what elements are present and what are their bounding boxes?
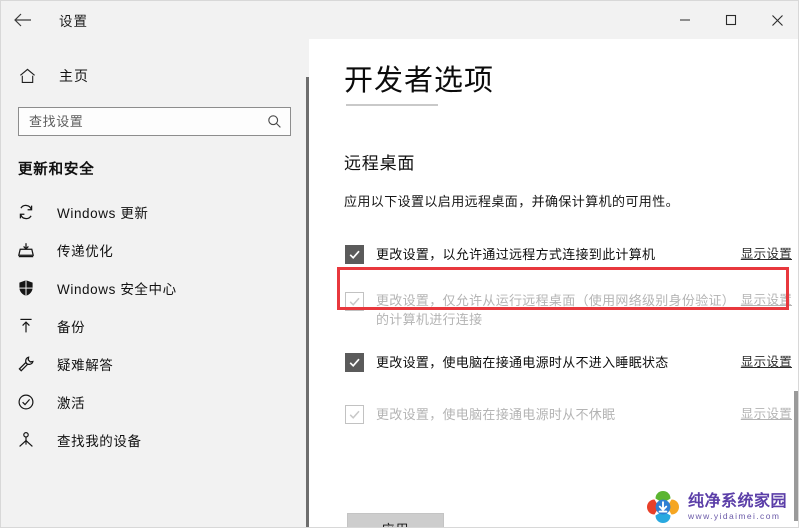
apply-button[interactable]: 应用	[347, 513, 444, 527]
show-settings-link[interactable]: 显示设置	[741, 353, 792, 372]
section-description: 应用以下设置以启用远程桌面，并确保计算机的可用性。	[344, 194, 680, 209]
sidebar-item-label: 备份	[57, 320, 86, 335]
search-icon	[267, 114, 282, 134]
show-settings-link: 显示设置	[740, 293, 792, 307]
main-scrollbar[interactable]	[794, 391, 798, 521]
option-row-never-sleep[interactable]: 更改设置，使电脑在接通电源时从不进入睡眠状态 显示设置	[309, 347, 798, 377]
sidebar-item-windows-security[interactable]: Windows 安全中心	[1, 269, 309, 307]
checkbox-checked-disabled-icon	[345, 292, 364, 311]
option-label: 更改设置，使电脑在接通电源时从不休眠	[376, 406, 616, 422]
watermark-brand: 纯净系统家园	[688, 492, 788, 510]
back-arrow-icon	[14, 13, 31, 27]
shield-icon	[17, 277, 43, 299]
search-box[interactable]	[18, 107, 291, 136]
sidebar-item-label: 传递优化	[57, 244, 114, 259]
close-button[interactable]	[754, 1, 798, 39]
window-controls	[662, 1, 798, 39]
checkbox-checked-disabled-icon	[345, 405, 364, 424]
page-title: 开发者选项	[344, 65, 495, 97]
sidebar-item-troubleshoot[interactable]: 疑难解答	[1, 345, 309, 383]
watermark-text: 纯净系统家园 www.yidaimei.com	[688, 493, 787, 522]
sync-icon	[17, 201, 43, 223]
option-row-allow-remote-connections[interactable]: 更改设置，以允许通过远程方式连接到此计算机 显示设置	[309, 237, 798, 271]
title-bar: 设置	[1, 1, 798, 39]
sidebar-item-label: 疑难解答	[57, 358, 114, 373]
watermark-url: www.yidaimei.com	[688, 510, 781, 521]
option-label: 更改设置，以允许通过远程方式连接到此计算机	[376, 246, 656, 262]
minimize-icon	[680, 19, 690, 21]
delivery-optimization-icon	[17, 239, 43, 261]
checkbox-checked-icon[interactable]	[345, 353, 364, 372]
sidebar-item-home[interactable]: 主页	[1, 59, 309, 93]
sidebar-item-find-my-device[interactable]: 查找我的设备	[1, 421, 309, 459]
sidebar-item-activation[interactable]: 激活	[1, 383, 309, 421]
settings-window: 设置 主页 查找设置 更新和安全 Windows 更新 传递优化 Windows…	[0, 0, 799, 528]
maximize-button[interactable]	[708, 1, 754, 39]
option-row-never-hibernate: 更改设置，使电脑在接通电源时从不休眠 显示设置	[309, 399, 798, 429]
window-title: 设置	[59, 14, 88, 29]
option-label: 更改设置，使电脑在接通电源时从不进入睡眠状态	[376, 354, 669, 370]
check-circle-icon	[17, 391, 43, 413]
sidebar-item-label: Windows 安全中心	[57, 282, 177, 297]
option-label: 更改设置，仅允许从运行远程桌面（使用网络级别身份验证）的计算机进行连接	[376, 293, 729, 327]
minimize-button[interactable]	[662, 1, 708, 39]
search-input[interactable]	[19, 107, 261, 136]
sidebar-item-label: 激活	[57, 396, 86, 411]
find-device-icon	[17, 429, 43, 451]
watermark: 纯净系统家园 www.yidaimei.com	[644, 488, 787, 526]
show-settings-link[interactable]: 显示设置	[741, 245, 792, 264]
sidebar-item-label: 查找我的设备	[57, 434, 142, 449]
sidebar-nav-list: Windows 更新 传递优化 Windows 安全中心 备份 疑难解答 激活 …	[1, 193, 309, 459]
sidebar-home-label: 主页	[59, 68, 89, 84]
option-row-network-level-auth: 更改设置，仅允许从运行远程桌面（使用网络级别身份验证）的计算机进行连接 显示设置	[309, 291, 798, 335]
download-flower-logo-icon	[644, 488, 682, 526]
sidebar-item-label: Windows 更新	[57, 206, 149, 221]
close-icon	[771, 14, 783, 26]
main-content: 开发者选项 远程桌面 应用以下设置以启用远程桌面，并确保计算机的可用性。 更改设…	[309, 39, 798, 527]
back-button[interactable]	[1, 2, 45, 38]
options-list: 更改设置，以允许通过远程方式连接到此计算机 显示设置 更改设置，仅允许从运行远程…	[309, 229, 798, 429]
sidebar-section-title: 更新和安全	[18, 162, 95, 178]
upload-arrow-icon	[17, 315, 43, 337]
sidebar-item-backup[interactable]: 备份	[1, 307, 309, 345]
home-icon	[19, 68, 41, 84]
sidebar: 主页 更新和安全	[1, 39, 309, 527]
show-settings-link: 显示设置	[740, 406, 792, 421]
section-heading: 远程桌面	[344, 154, 416, 173]
sidebar-item-delivery-optimization[interactable]: 传递优化	[1, 231, 309, 269]
sidebar-item-windows-update[interactable]: Windows 更新	[1, 193, 309, 231]
maximize-icon	[725, 14, 737, 26]
checkbox-checked-icon[interactable]	[345, 245, 364, 264]
title-underline	[346, 104, 438, 106]
wrench-icon	[17, 353, 43, 375]
